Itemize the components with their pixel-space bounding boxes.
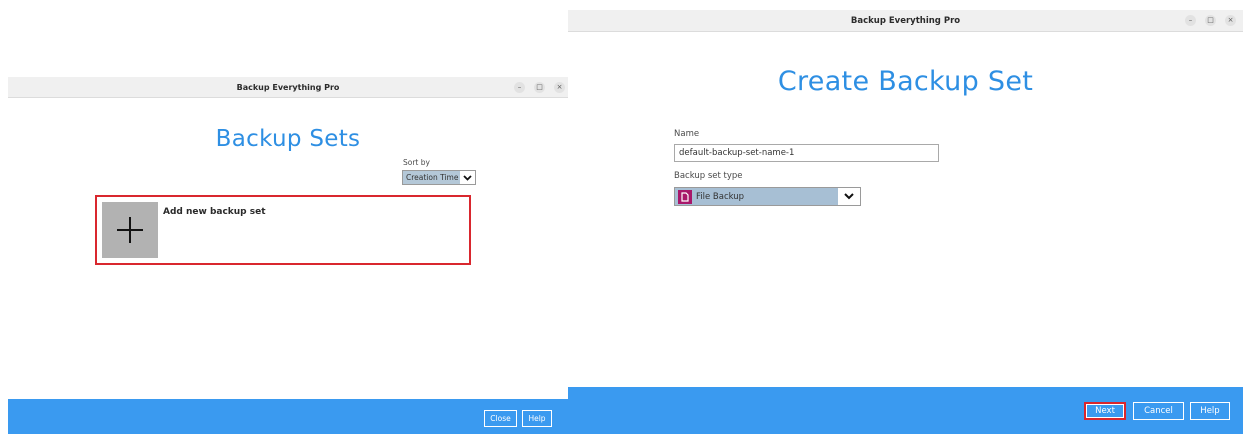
close-icon[interactable]: × xyxy=(1225,15,1236,26)
page-title: Backup Sets xyxy=(215,126,361,152)
plus-icon[interactable] xyxy=(102,202,158,258)
footer-bar: Next Cancel Help xyxy=(568,387,1243,434)
title-bar: Backup Everything Pro – □ × xyxy=(568,10,1243,32)
backup-sets-window: Backup Everything Pro – □ × Backup Sets … xyxy=(8,77,568,434)
title-bar: Backup Everything Pro – □ × xyxy=(8,77,568,98)
minimize-icon[interactable]: – xyxy=(1185,15,1196,26)
chevron-down-icon[interactable] xyxy=(838,188,860,205)
add-new-backup-set-card[interactable]: Add new backup set xyxy=(95,195,471,265)
page-title: Create Backup Set xyxy=(777,66,1034,97)
window-title: Backup Everything Pro xyxy=(236,82,340,92)
sort-by-label: Sort by xyxy=(403,158,430,167)
close-icon[interactable]: × xyxy=(554,81,565,93)
chevron-down-icon[interactable] xyxy=(460,171,475,184)
file-icon xyxy=(678,190,692,204)
add-new-backup-set-label: Add new backup set xyxy=(163,207,266,217)
backup-set-type-label: Backup set type xyxy=(674,171,743,181)
window-controls: – □ × xyxy=(1179,10,1243,31)
footer-bar: Close Help xyxy=(8,399,568,434)
close-button[interactable]: Close xyxy=(484,410,517,427)
minimize-icon[interactable]: – xyxy=(514,81,525,93)
backup-set-type-select[interactable]: File Backup xyxy=(674,187,861,206)
backup-set-name-input[interactable]: default-backup-set-name-1 xyxy=(674,144,939,162)
maximize-icon[interactable]: □ xyxy=(534,81,545,93)
sort-by-select[interactable]: Creation Time xyxy=(402,170,476,185)
sort-by-value: Creation Time xyxy=(406,173,459,182)
name-label: Name xyxy=(674,129,700,139)
help-button[interactable]: Help xyxy=(1190,402,1230,420)
next-button[interactable]: Next xyxy=(1084,402,1126,420)
window-controls: – □ × xyxy=(508,77,568,97)
help-button[interactable]: Help xyxy=(522,410,552,427)
window-title: Backup Everything Pro xyxy=(850,15,961,26)
create-backup-set-window: Backup Everything Pro – □ × Create Backu… xyxy=(568,10,1243,434)
maximize-icon[interactable]: □ xyxy=(1205,15,1216,26)
cancel-button[interactable]: Cancel xyxy=(1133,402,1184,420)
